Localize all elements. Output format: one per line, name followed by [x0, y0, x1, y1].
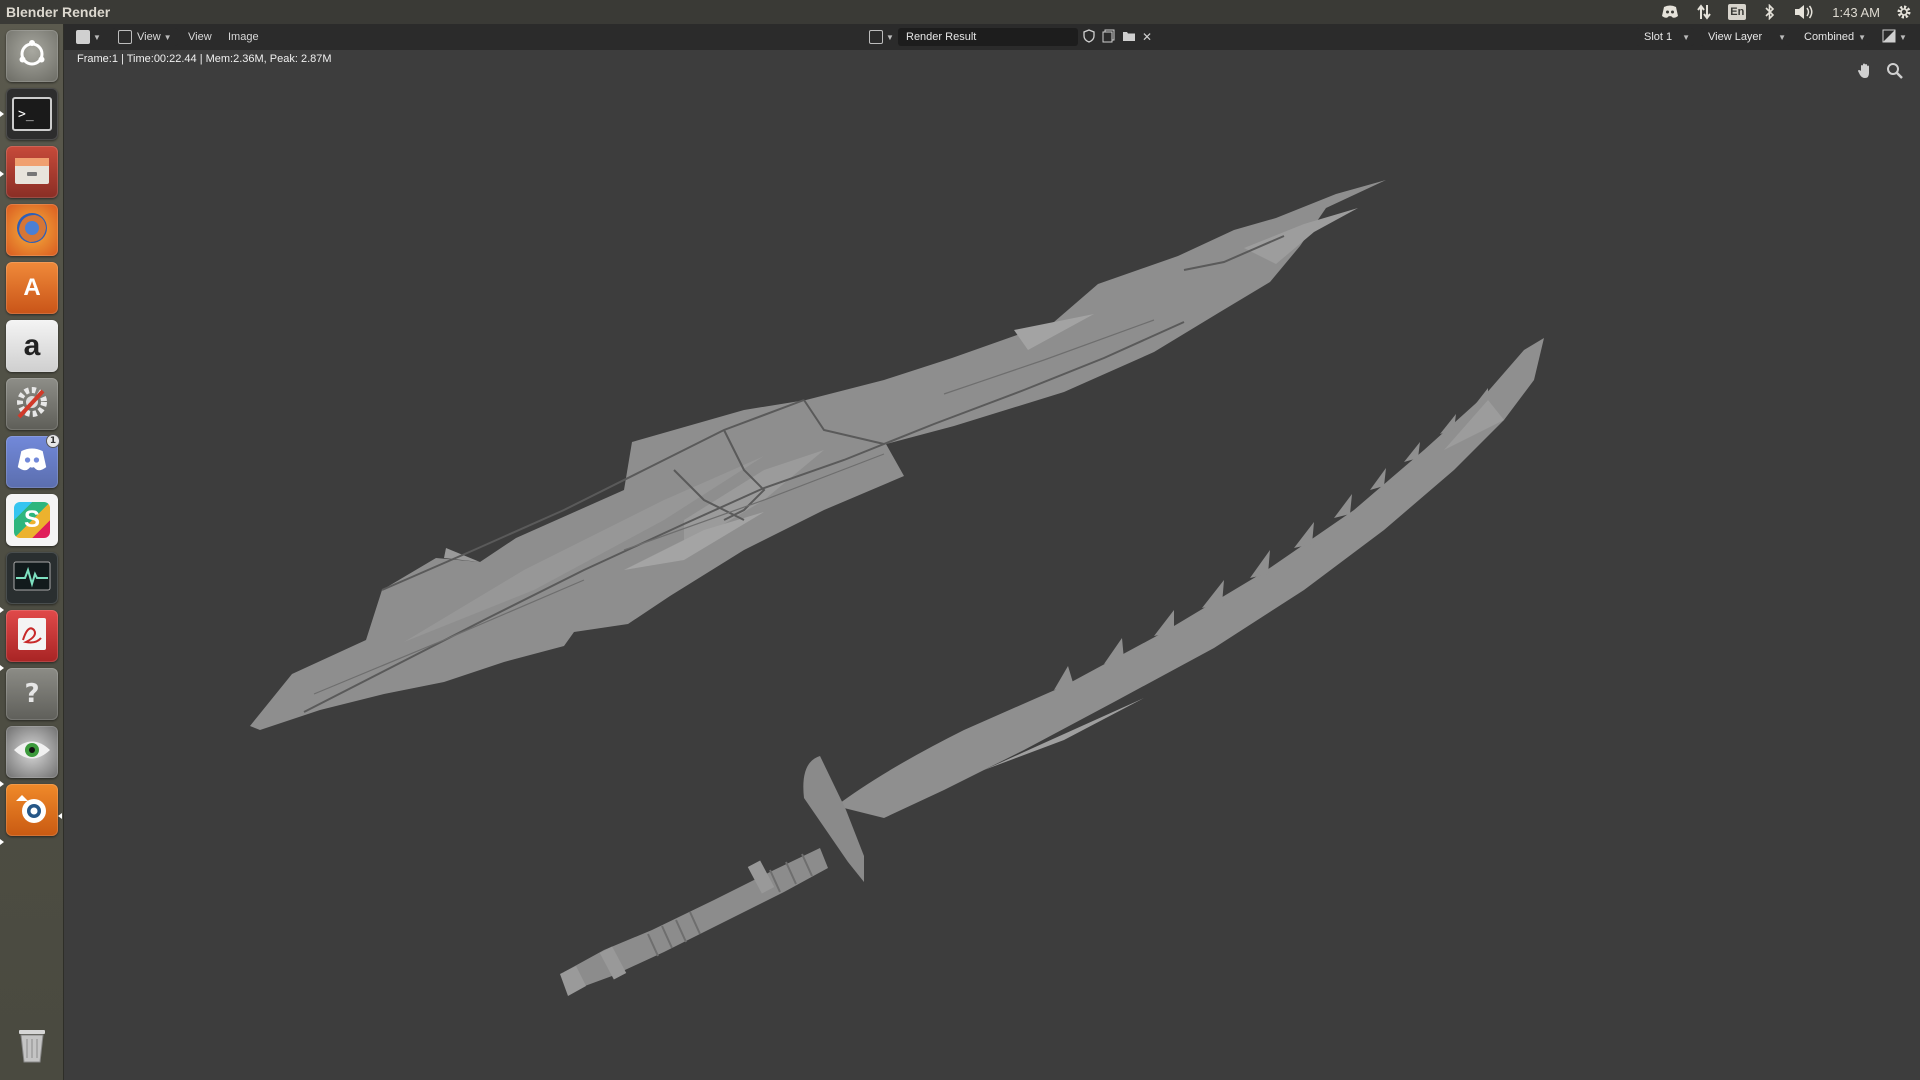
- mode-view-dropdown[interactable]: View ▼: [112, 28, 178, 46]
- open-image-folder-icon[interactable]: [1122, 29, 1136, 46]
- bluetooth-icon[interactable]: [1760, 3, 1780, 21]
- notification-badge: 1: [46, 434, 60, 448]
- launcher-help[interactable]: ?: [6, 668, 58, 720]
- zoom-magnifier-icon[interactable]: [1882, 58, 1908, 84]
- render-image: [250, 180, 1544, 996]
- files-icon: [13, 154, 51, 190]
- launcher-amazon[interactable]: a: [6, 320, 58, 372]
- view-layer-dropdown[interactable]: View Layer ▼: [1700, 28, 1790, 46]
- image-editor-icon: [76, 30, 90, 44]
- launcher-terminal[interactable]: >_: [6, 88, 58, 140]
- volume-icon[interactable]: [1794, 3, 1814, 21]
- launcher-system-settings[interactable]: [6, 378, 58, 430]
- new-image-icon[interactable]: [1102, 29, 1116, 46]
- view-mode-icon: [118, 30, 132, 44]
- image-browse-button[interactable]: ▼: [869, 28, 894, 46]
- settings-gear-icon[interactable]: [1894, 3, 1914, 21]
- discord-icon[interactable]: [1660, 3, 1680, 21]
- editor-type-dropdown[interactable]: ▼: [76, 28, 101, 46]
- launcher-dash[interactable]: [6, 30, 58, 82]
- system-monitor-icon: [13, 561, 51, 595]
- amazon-icon: a: [23, 329, 41, 362]
- image-browse-icon: [869, 30, 883, 44]
- keyboard-layout-icon[interactable]: En: [1728, 4, 1747, 20]
- network-icon[interactable]: [1694, 3, 1714, 21]
- terminal-icon: >_: [12, 97, 52, 131]
- slot-label: Slot 1: [1644, 31, 1673, 43]
- chevron-down-icon: ▼: [1899, 32, 1907, 42]
- dash-icon: [15, 37, 49, 75]
- document-viewer-icon: [16, 616, 48, 656]
- chevron-down-icon: ▼: [163, 32, 172, 42]
- launcher: >_ A a 1 S ?: [0, 24, 64, 1080]
- pan-hand-icon[interactable]: [1852, 58, 1878, 84]
- menu-image[interactable]: Image: [228, 28, 259, 46]
- trash-icon: [15, 1024, 49, 1068]
- render-viewport[interactable]: [64, 50, 1920, 1080]
- mode-view-label: View: [137, 31, 161, 43]
- unlink-close-icon[interactable]: ✕: [1142, 30, 1152, 44]
- system-top-bar: Blender Render En 1:43 AM: [0, 0, 1920, 24]
- system-settings-icon: [13, 383, 51, 425]
- slack-icon: S: [14, 502, 50, 538]
- chevron-down-icon: ▼: [93, 32, 101, 42]
- render-pass-label: Combined: [1804, 31, 1855, 43]
- help-icon: ?: [24, 679, 40, 709]
- launcher-slack[interactable]: S: [6, 494, 58, 546]
- software-center-icon: A: [23, 274, 41, 301]
- launcher-trash[interactable]: [6, 1020, 58, 1072]
- launcher-eye-app[interactable]: [6, 726, 58, 778]
- menu-view[interactable]: View: [188, 28, 212, 46]
- chevron-down-icon: ▼: [886, 32, 894, 42]
- app-title: Blender Render: [6, 4, 111, 20]
- render-status-text: Frame:1 | Time:00:22.44 | Mem:2.36M, Pea…: [77, 53, 332, 65]
- blender-icon: [12, 791, 52, 829]
- fake-user-shield-icon[interactable]: [1082, 28, 1096, 46]
- launcher-discord[interactable]: 1: [6, 434, 60, 488]
- render-pass-dropdown[interactable]: Combined ▼: [1796, 28, 1870, 46]
- firefox-icon: [13, 209, 51, 251]
- discord-icon: [16, 447, 48, 477]
- display-channels-dropdown[interactable]: ▼: [1882, 28, 1907, 46]
- active-indicator: [58, 813, 62, 819]
- launcher-files[interactable]: [6, 146, 58, 198]
- chevron-down-icon: ▼: [1778, 32, 1786, 42]
- clock[interactable]: 1:43 AM: [1832, 5, 1880, 20]
- launcher-document-viewer[interactable]: [6, 610, 58, 662]
- display-channels-icon: [1882, 29, 1896, 46]
- chevron-down-icon: ▼: [1682, 32, 1690, 42]
- view-layer-label: View Layer: [1708, 31, 1763, 43]
- rendered-sword-upper: [250, 180, 1386, 730]
- image-name-field[interactable]: Render Result: [898, 28, 1078, 46]
- chevron-down-icon: ▼: [1858, 32, 1866, 42]
- launcher-system-monitor[interactable]: [6, 552, 58, 604]
- launcher-software-center[interactable]: A: [6, 262, 58, 314]
- system-tray: En 1:43 AM: [1660, 0, 1914, 24]
- launcher-blender[interactable]: [6, 784, 58, 836]
- slot-dropdown[interactable]: Slot 1 ▼: [1636, 28, 1694, 46]
- eye-icon: [12, 737, 52, 767]
- image-editor-header: ▼ View ▼ View Image ▼ Render Result ✕ Sl…: [64, 24, 1920, 50]
- launcher-firefox[interactable]: [6, 204, 58, 256]
- image-actions: ✕: [1082, 28, 1152, 46]
